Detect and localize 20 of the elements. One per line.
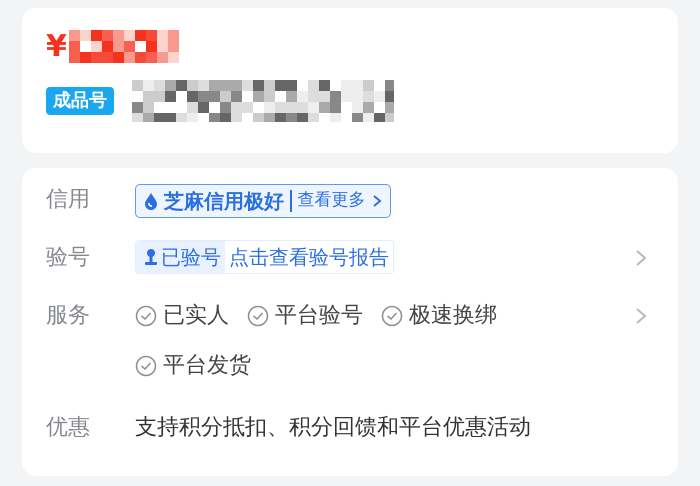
stamp-icon (144, 248, 158, 266)
check-icon (247, 305, 269, 327)
promotion-text: 支持积分抵扣、积分回馈和平台优惠活动 (135, 414, 532, 442)
service-item: 极速换绑 (381, 298, 497, 334)
row-label: 验号 (46, 244, 91, 272)
row-label: 服务 (46, 302, 91, 330)
credit-badge[interactable]: 芝麻信用极好 查看更多 (135, 184, 390, 218)
check-icon (381, 305, 403, 327)
price-currency: ¥ (46, 32, 67, 62)
product-tag: 成品号 (46, 87, 114, 115)
chevron-icon (372, 194, 382, 208)
check-icon (135, 305, 157, 327)
row-label: 信用 (46, 186, 91, 214)
service-item: 平台验号 (247, 298, 363, 334)
service-item: 已实人 (135, 298, 229, 334)
service-item: 平台发货 (135, 348, 251, 384)
check-icon (135, 355, 157, 377)
drop-icon (144, 192, 158, 210)
row-label: 优惠 (46, 414, 91, 442)
verify-badge[interactable]: 已验号 点击查看验号报告 (135, 240, 394, 274)
